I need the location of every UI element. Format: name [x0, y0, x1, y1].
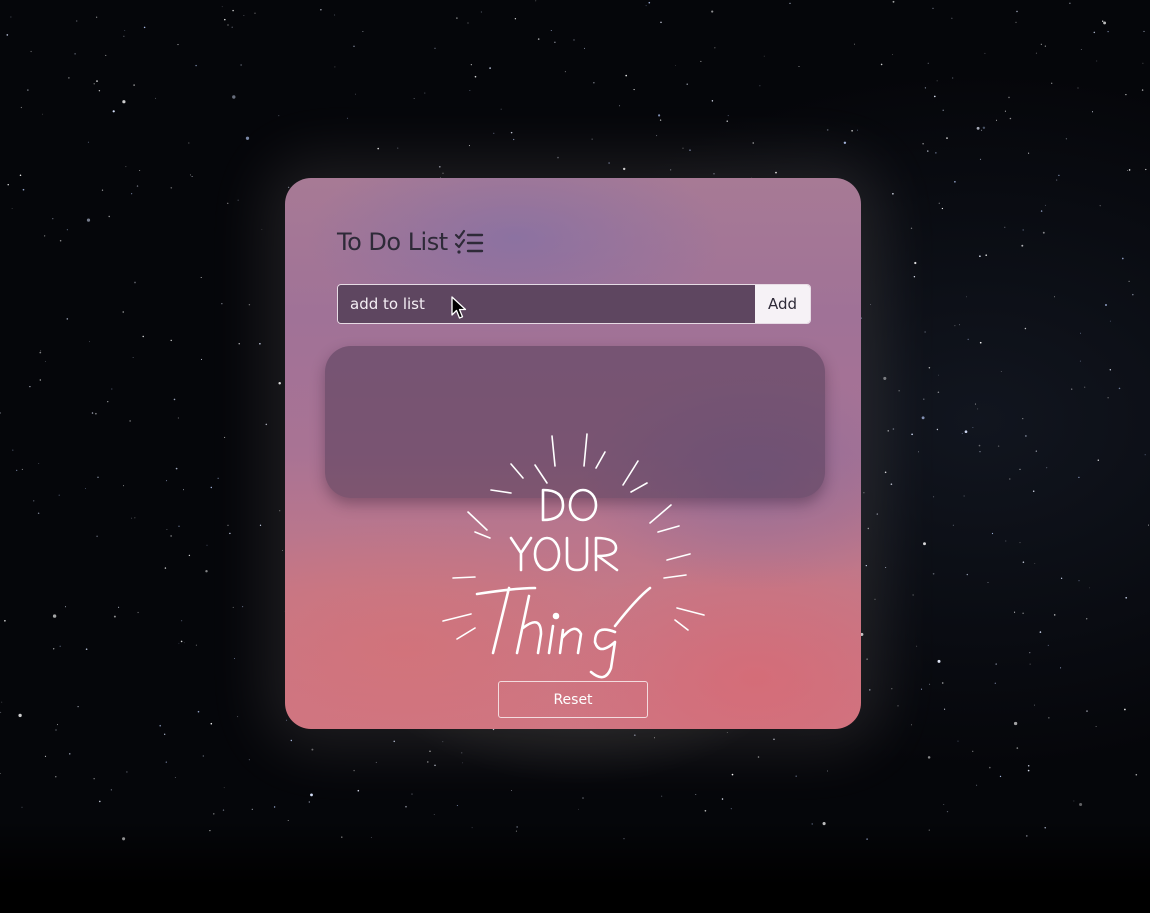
add-button[interactable]: Add — [755, 285, 810, 323]
todo-input[interactable] — [338, 285, 755, 323]
do-your-thing-artwork — [442, 433, 705, 679]
checklist-icon — [454, 229, 483, 254]
reset-button[interactable]: Reset — [498, 681, 648, 718]
todo-card: To Do List Add — [285, 178, 861, 729]
bottom-shadow — [0, 820, 1150, 913]
title-row: To Do List — [337, 228, 484, 256]
mouse-cursor-icon — [451, 296, 467, 319]
starry-background: To Do List Add — [0, 0, 1150, 913]
page-title: To Do List — [337, 228, 448, 256]
add-item-form: Add — [337, 284, 811, 324]
